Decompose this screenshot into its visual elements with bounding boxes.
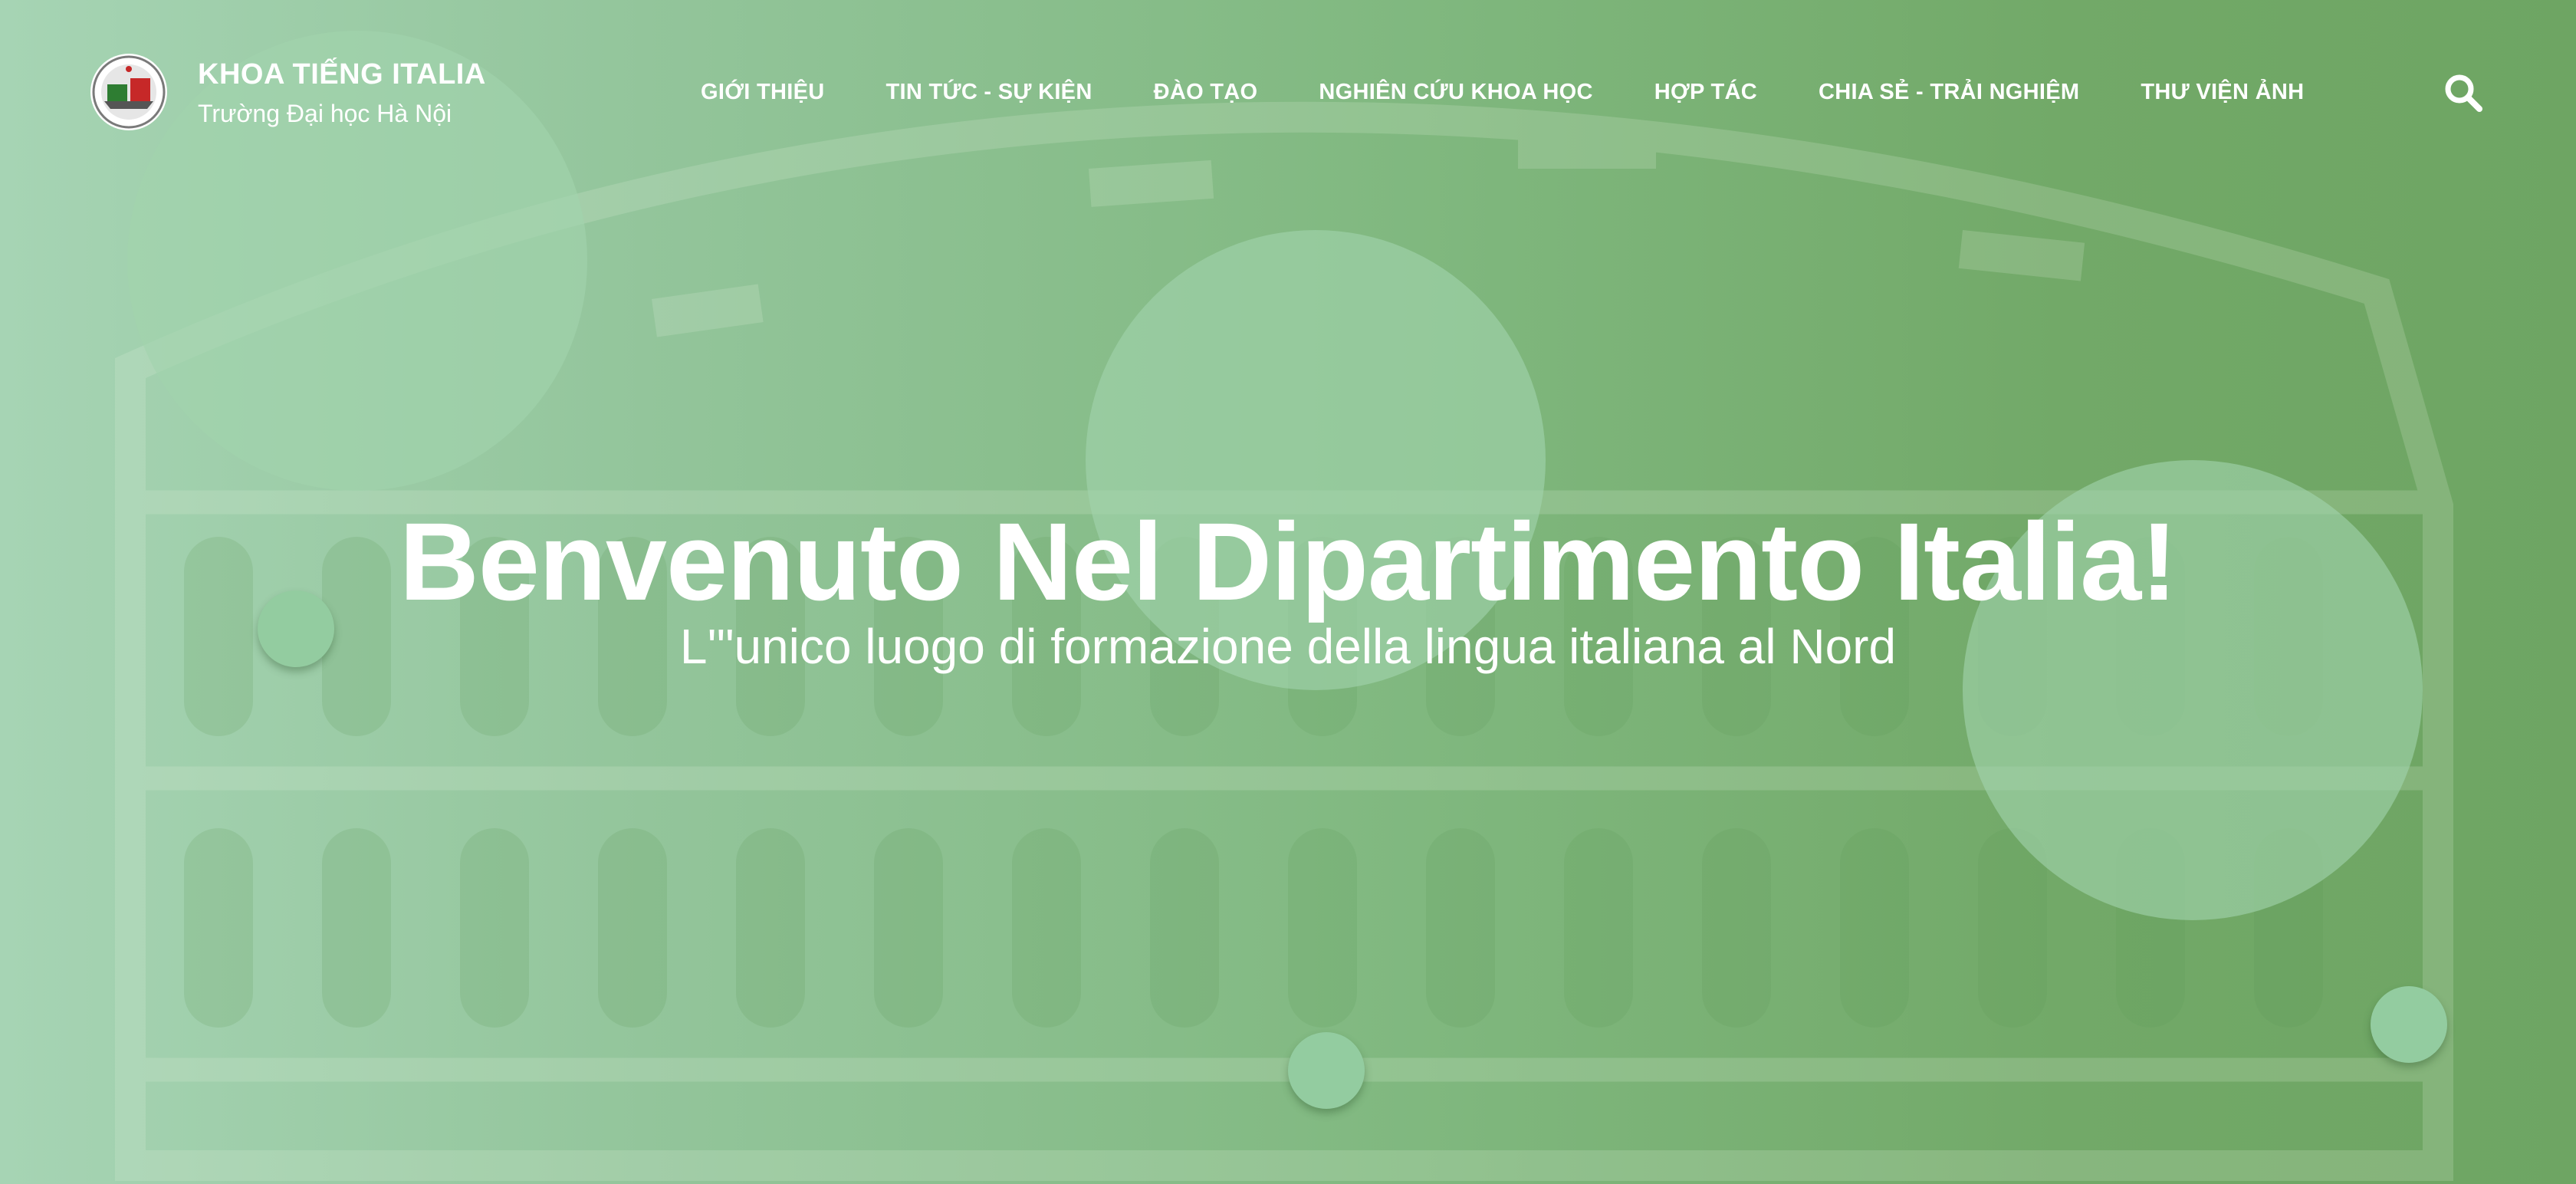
nav-item-nghien-cuu-khoa-hoc[interactable]: NGHIÊN CỨU KHOA HỌC [1319, 80, 1592, 105]
nav-item-chia-se-trai-nghiem[interactable]: CHIA SẺ - TRẢI NGHIỆM [1819, 80, 2079, 105]
decorative-dot [2371, 986, 2447, 1063]
search-icon[interactable] [2443, 72, 2484, 113]
hero-subtitle: L'"unico luogo di formazione della lingu… [679, 619, 1897, 674]
nav-item-dao-tao[interactable]: ĐÀO TẠO [1154, 80, 1258, 105]
site-header: KHOA TIẾNG ITALIA Trường Đại học Hà Nội … [0, 0, 2576, 192]
brand-subtitle: Trường Đại học Hà Nội [198, 100, 452, 127]
nav-item-gioi-thieu[interactable]: GIỚI THIỆU [701, 80, 824, 105]
nav-item-hop-tac[interactable]: HỢP TÁC [1654, 80, 1757, 105]
nav-item-thu-vien-anh[interactable]: THƯ VIỆN ẢNH [2141, 80, 2304, 105]
university-logo-icon[interactable] [89, 52, 169, 132]
nav-item-tin-tuc-su-kien[interactable]: TIN TỨC - SỰ KIỆN [886, 80, 1092, 105]
brand-title[interactable]: KHOA TIẾNG ITALIA [198, 58, 486, 91]
decorative-dot [1288, 1032, 1365, 1109]
hero-section: KHOA TIẾNG ITALIA Trường Đại học Hà Nội … [0, 0, 2576, 1184]
main-navigation: GIỚI THIỆU TIN TỨC - SỰ KIỆN ĐÀO TẠO NGH… [701, 80, 2304, 105]
hero-title: Benvenuto Nel Dipartimento Italia! [399, 500, 2177, 623]
